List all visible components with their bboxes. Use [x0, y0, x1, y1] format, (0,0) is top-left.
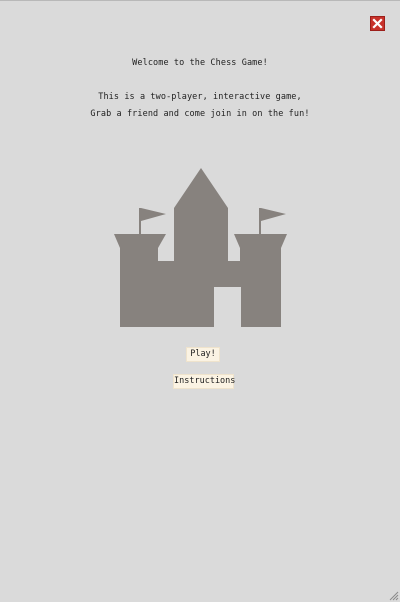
welcome-heading: Welcome to the Chess Game! [132, 58, 268, 68]
castle-icon [114, 168, 287, 327]
window-top-border [0, 0, 400, 1]
resize-grip-icon[interactable] [389, 591, 399, 601]
play-button[interactable]: Play! [186, 347, 220, 362]
description-line-2: Grab a friend and come join in on the fu… [90, 109, 310, 119]
description-line-1: This is a two-player, interactive game, [98, 92, 302, 102]
close-icon [372, 18, 383, 29]
instructions-button[interactable]: Instructions [173, 374, 235, 389]
close-button[interactable] [370, 16, 385, 31]
